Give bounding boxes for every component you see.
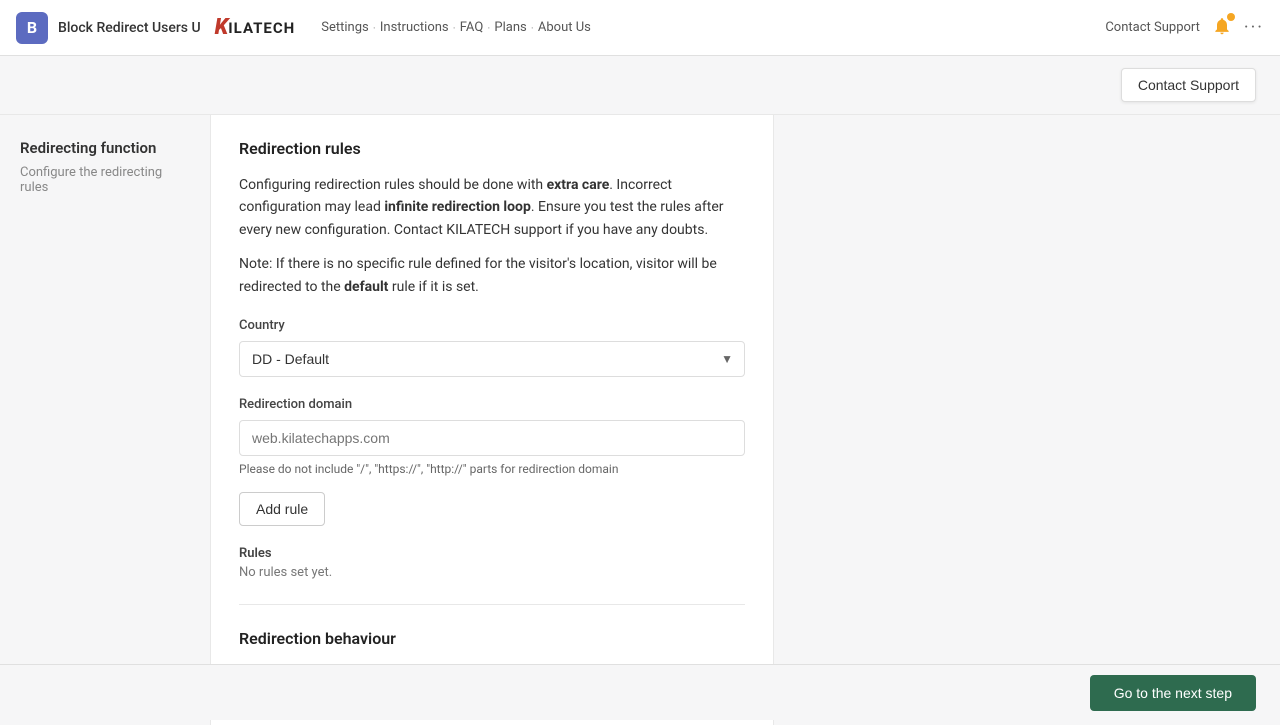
warning-bold1: extra care xyxy=(547,177,610,193)
kilatech-logo: K ILATECH xyxy=(215,17,296,39)
sub-bar: Contact Support xyxy=(0,56,1280,115)
nav-sep-3: · xyxy=(487,21,490,35)
footer-bar: Go to the next step xyxy=(0,664,1280,720)
next-step-button[interactable]: Go to the next step xyxy=(1090,675,1256,711)
center-panel: Redirection rules Configuring redirectio… xyxy=(210,115,774,725)
behaviour-section-title: Redirection behaviour xyxy=(239,629,745,648)
nav-sep-2: · xyxy=(453,21,456,35)
app-icon: B xyxy=(16,12,48,44)
note-bold: default xyxy=(344,279,388,295)
rules-section: Rules No rules set yet. xyxy=(239,546,745,580)
main-content: Redirecting function Configure the redir… xyxy=(0,115,1280,725)
no-rules-text: No rules set yet. xyxy=(239,565,745,580)
nav-plans[interactable]: Plans xyxy=(494,20,526,35)
top-bar-left: B Block Redirect Users U K ILATECH Setti… xyxy=(16,12,591,44)
nav-settings[interactable]: Settings xyxy=(321,20,368,35)
top-bar: B Block Redirect Users U K ILATECH Setti… xyxy=(0,0,1280,56)
more-options-icon[interactable]: ··· xyxy=(1244,17,1264,38)
app-title: Block Redirect Users U xyxy=(58,20,201,36)
country-select-wrapper: DD - Default ▼ xyxy=(239,341,745,377)
contact-support-button[interactable]: Contact Support xyxy=(1121,68,1256,102)
nav-links: Settings · Instructions · FAQ · Plans · … xyxy=(321,20,591,35)
warning-bold2: infinite redirection loop xyxy=(384,199,530,215)
kilatech-logo-text: ILATECH xyxy=(228,19,295,37)
country-select[interactable]: DD - Default xyxy=(239,341,745,377)
note-part2: rule if it is set. xyxy=(388,279,478,295)
redirection-domain-label: Redirection domain xyxy=(239,397,745,412)
warning-text: Configuring redirection rules should be … xyxy=(239,174,745,241)
section-divider xyxy=(239,604,745,605)
right-panel xyxy=(774,115,1280,725)
warning-part1: Configuring redirection rules should be … xyxy=(239,177,547,193)
nav-instructions[interactable]: Instructions xyxy=(380,20,449,35)
redirection-domain-input[interactable] xyxy=(239,420,745,456)
left-panel-description: Configure the redirecting rules xyxy=(20,165,190,195)
country-label: Country xyxy=(239,318,745,333)
bell-icon-wrapper[interactable] xyxy=(1212,16,1232,40)
section-title: Redirection rules xyxy=(239,139,745,158)
kilatech-k-letter: K xyxy=(215,17,229,39)
left-panel-title: Redirecting function xyxy=(20,139,190,157)
add-rule-button[interactable]: Add rule xyxy=(239,492,325,526)
rules-label: Rules xyxy=(239,546,745,561)
nav-faq[interactable]: FAQ xyxy=(460,20,483,35)
top-bar-right: Contact Support ··· xyxy=(1105,16,1264,40)
input-hint: Please do not include "/", "https://", "… xyxy=(239,462,745,476)
nav-sep-1: · xyxy=(373,21,376,35)
nav-sep-4: · xyxy=(531,21,534,35)
nav-about-us[interactable]: About Us xyxy=(538,20,591,35)
note-text: Note: If there is no specific rule defin… xyxy=(239,253,745,298)
contact-support-link[interactable]: Contact Support xyxy=(1105,20,1200,35)
bell-badge xyxy=(1227,13,1235,21)
left-panel: Redirecting function Configure the redir… xyxy=(0,115,210,725)
